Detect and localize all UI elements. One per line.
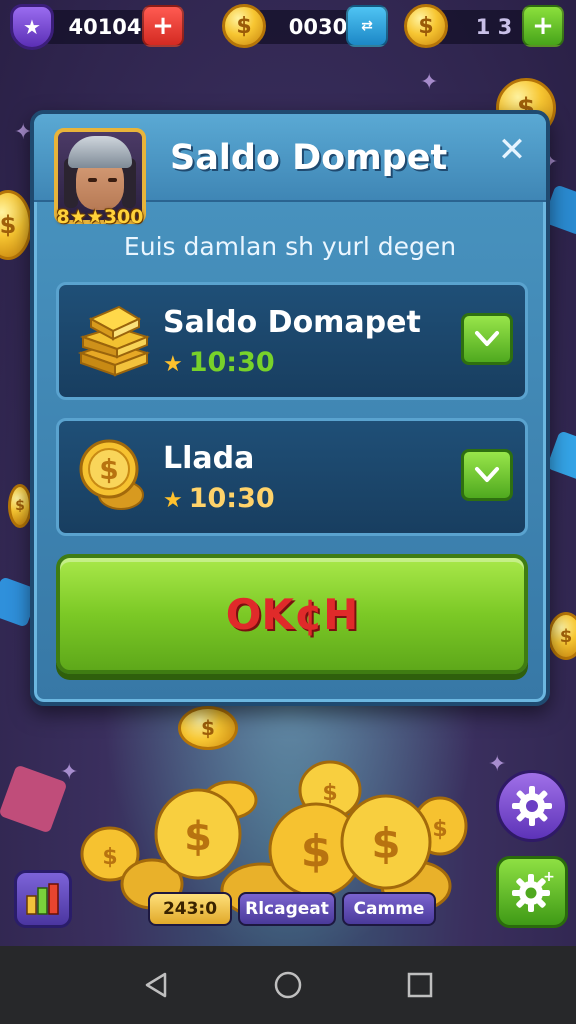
plus-icon: + xyxy=(152,11,174,41)
item-name: Llada xyxy=(163,441,255,476)
bottom-tab-a[interactable]: Rlcageat xyxy=(238,892,336,926)
check-icon xyxy=(475,467,499,482)
svg-text:$: $ xyxy=(301,826,332,877)
item-time: ★ 10:30 xyxy=(163,347,275,378)
ok-button[interactable]: OK¢H xyxy=(56,554,528,674)
sparkle-icon: ✦ xyxy=(420,70,439,95)
settings-button[interactable] xyxy=(496,770,568,842)
background-coin: $ xyxy=(548,612,576,660)
coin-stack-icon: $ xyxy=(79,439,144,510)
sparkle-icon: ✦ xyxy=(488,752,507,777)
background-coin: $ xyxy=(0,190,32,260)
background-cube xyxy=(546,430,576,482)
star-icon: ★ xyxy=(163,352,183,377)
coin-icon: $ xyxy=(404,4,448,48)
recents-button[interactable] xyxy=(400,965,440,1005)
star-icon: ★ xyxy=(163,488,183,513)
back-button[interactable] xyxy=(136,965,176,1005)
background-coin: $ xyxy=(8,484,32,528)
bottom-tab-b[interactable]: Camme xyxy=(342,892,436,926)
gear-icon: + xyxy=(512,869,555,912)
rank-shield-icon: ★ xyxy=(10,4,54,50)
game-settings-button[interactable]: + xyxy=(496,856,568,928)
svg-text:+: + xyxy=(543,869,555,885)
stats-button[interactable] xyxy=(14,870,72,928)
score-label: 243:0 xyxy=(148,892,232,926)
svg-text:$: $ xyxy=(184,814,212,860)
bar-chart-icon xyxy=(26,883,59,915)
background-cube xyxy=(0,764,68,834)
home-circle-icon xyxy=(274,971,302,999)
svg-text:$: $ xyxy=(432,817,447,842)
coin-icon: $ xyxy=(222,4,266,48)
plus-icon: + xyxy=(532,11,554,41)
claim-check-button[interactable] xyxy=(461,449,513,501)
close-button[interactable]: ✕ xyxy=(494,132,530,168)
gold-bars-icon xyxy=(77,305,151,377)
back-triangle-icon xyxy=(145,972,167,998)
player-level-badge: 8★★300 xyxy=(56,206,144,228)
item-time-value: 10:30 xyxy=(188,483,275,514)
wallet-balance-dialog: 8★★300 Saldo Dompet ✕ Euis damlan sh yur… xyxy=(30,110,550,706)
item-name: Saldo Domapet xyxy=(163,305,421,340)
svg-text:$: $ xyxy=(371,819,400,868)
exchange-button[interactable]: ⇄ xyxy=(346,5,388,47)
background-coin: $ xyxy=(178,706,238,750)
claim-check-button[interactable] xyxy=(461,313,513,365)
close-icon: ✕ xyxy=(497,130,527,170)
sparkle-icon: ✦ xyxy=(60,760,79,785)
add-gems-button[interactable]: + xyxy=(142,5,184,47)
system-navigation-bar xyxy=(0,946,576,1024)
recents-square-icon xyxy=(407,972,433,998)
gear-icon xyxy=(512,786,552,826)
svg-text:$: $ xyxy=(102,845,117,870)
home-button[interactable] xyxy=(268,965,308,1005)
dialog-subtitle: Euis damlan sh yurl degen xyxy=(123,232,457,261)
svg-text:$: $ xyxy=(99,453,118,486)
item-time-value: 10:30 xyxy=(188,347,275,378)
top-resource-bar: 40104 ★ + 0030 $ ⇄ 1 3 $ + xyxy=(0,0,576,56)
dialog-title: Saldo Dompet xyxy=(170,138,448,178)
wallet-item[interactable]: $ Llada ★ 10:30 xyxy=(56,418,528,536)
item-time: ★ 10:30 xyxy=(163,483,275,514)
wallet-item[interactable]: Saldo Domapet ★ 10:30 xyxy=(56,282,528,400)
exchange-icon: ⇄ xyxy=(361,18,373,34)
svg-text:$: $ xyxy=(322,781,337,806)
check-icon xyxy=(475,331,499,346)
add-tickets-button[interactable]: + xyxy=(522,5,564,47)
